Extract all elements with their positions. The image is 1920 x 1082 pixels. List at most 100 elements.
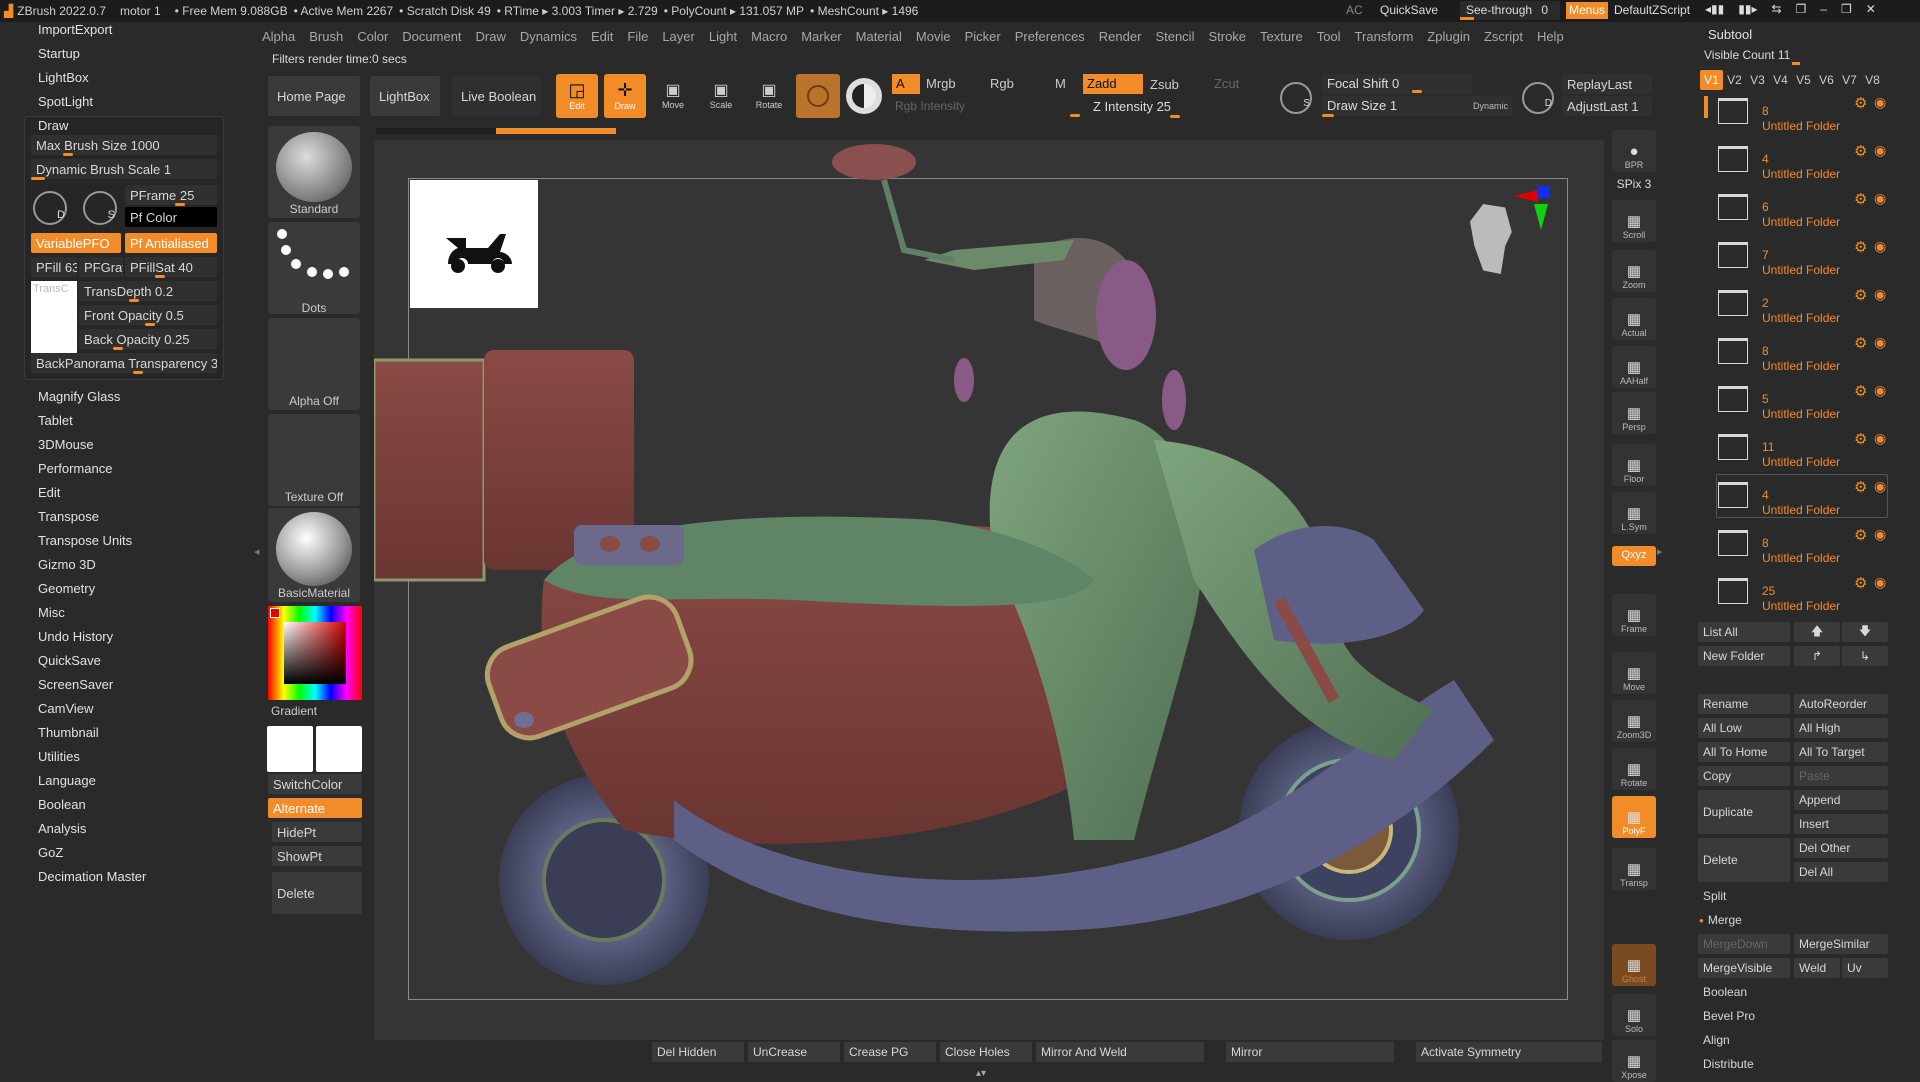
crease-pg-button[interactable]: Crease PG [844, 1042, 936, 1062]
subtool-folder-item[interactable]: 25 Untitled Folder ⚙ ◉ [1714, 574, 1892, 621]
z-intensity-slider[interactable]: Z Intensity 25 [1090, 97, 1250, 117]
left-menu-transpose[interactable]: Transpose [38, 509, 99, 524]
secondary-color-swatch[interactable] [316, 726, 362, 772]
gear-icon[interactable]: ⚙ [1854, 94, 1867, 112]
rotate-button[interactable]: ▣ Rotate [748, 74, 790, 118]
hide-pt-button[interactable]: HidePt [272, 822, 362, 842]
subtool-folder-item[interactable]: 5 Untitled Folder ⚙ ◉ [1714, 382, 1892, 429]
visible-count-slider[interactable]: Visible Count 11 [1700, 45, 1882, 65]
gradient-label[interactable]: Gradient [271, 704, 317, 718]
eye-icon[interactable]: ◉ [1874, 574, 1886, 591]
duplicate-button[interactable]: Duplicate [1698, 790, 1790, 834]
gear-icon[interactable]: ⚙ [1854, 190, 1867, 208]
out-folder-button[interactable]: ↳ [1842, 646, 1888, 666]
mrgb-toggle[interactable]: Mrgb [926, 76, 956, 91]
bevel-pro-button[interactable]: Bevel Pro [1698, 1006, 1888, 1026]
left-menu-screensaver[interactable]: ScreenSaver [38, 677, 113, 692]
menu-dynamics[interactable]: Dynamics [520, 29, 577, 44]
move-down-button[interactable]: 🡇 [1842, 622, 1888, 642]
merge-down-button[interactable]: MergeDown [1698, 934, 1790, 954]
alpha-button[interactable]: Alpha Off [268, 318, 360, 410]
new-folder-button[interactable]: New Folder [1698, 646, 1790, 666]
menu-lightbox[interactable]: LightBox [38, 70, 89, 85]
menu-brush[interactable]: Brush [309, 29, 343, 44]
lsym-button[interactable]: ▦ L.Sym [1612, 492, 1656, 534]
all-to-target-button[interactable]: All To Target [1794, 742, 1888, 762]
menu-material[interactable]: Material [856, 29, 902, 44]
left-menu-analysis[interactable]: Analysis [38, 821, 86, 836]
solo-button[interactable]: ▦ Solo [1612, 994, 1656, 1036]
subtool-list-scrollbar[interactable] [1704, 96, 1708, 118]
palette-icon[interactable]: ◂▮▮ [1705, 2, 1724, 16]
scroll-button[interactable]: ▦ Scroll [1612, 200, 1656, 242]
eye-icon[interactable]: ◉ [1874, 526, 1886, 543]
list-all-button[interactable]: List All [1698, 622, 1790, 642]
lightbox-button[interactable]: LightBox [370, 76, 440, 116]
subtool-folder-item[interactable]: 4 Untitled Folder ⚙ ◉ [1714, 142, 1892, 189]
aahalf-button[interactable]: ▦ AAHalf [1612, 346, 1656, 388]
pfill-slider[interactable]: PFill 63 [31, 257, 77, 277]
eye-icon[interactable]: ◉ [1874, 382, 1886, 399]
subtool-folder-item[interactable]: 8 Untitled Folder ⚙ ◉ [1714, 94, 1892, 141]
gear-icon[interactable]: ⚙ [1854, 334, 1867, 352]
scooter-model[interactable] [374, 140, 1604, 1040]
move-button[interactable]: ▣ Move [652, 74, 694, 118]
version-tab-v5[interactable]: V5 [1792, 70, 1815, 90]
autoreorder-button[interactable]: AutoReorder [1794, 694, 1888, 714]
move-up-button[interactable]: 🡅 [1794, 622, 1840, 642]
eye-icon[interactable]: ◉ [1874, 286, 1886, 303]
transdepth-slider[interactable]: TransDepth 0.2 [79, 281, 217, 301]
version-tab-v2[interactable]: V2 [1723, 70, 1746, 90]
subtool-folder-item[interactable]: 7 Untitled Folder ⚙ ◉ [1714, 238, 1892, 285]
version-tab-v6[interactable]: V6 [1815, 70, 1838, 90]
split-button[interactable]: Split [1698, 886, 1888, 906]
pf-antialiased-toggle[interactable]: Pf Antialiased [125, 233, 217, 253]
show-pt-button[interactable]: ShowPt [272, 846, 362, 866]
menu-zscript[interactable]: Zscript [1484, 29, 1523, 44]
distribute-button[interactable]: Distribute [1698, 1054, 1888, 1074]
menu-render[interactable]: Render [1099, 29, 1142, 44]
default-zscript[interactable]: DefaultZScript [1614, 3, 1690, 17]
delete-subtool-button[interactable]: Delete [1698, 838, 1790, 882]
menu-stroke[interactable]: Stroke [1208, 29, 1246, 44]
version-tab-v8[interactable]: V8 [1861, 70, 1884, 90]
menu-color[interactable]: Color [357, 29, 388, 44]
close-icon[interactable]: ✕ [1866, 2, 1876, 16]
edit-button[interactable]: ◲ Edit [556, 74, 598, 118]
live-boolean-button[interactable]: Live Boolean [452, 76, 542, 116]
home-page-button[interactable]: Home Page [268, 76, 360, 116]
focal-shift-slider[interactable]: Focal Shift 0 [1322, 74, 1472, 94]
gear-icon[interactable]: ⚙ [1854, 238, 1867, 256]
align-button[interactable]: Align [1698, 1030, 1888, 1050]
material-sphere-button[interactable] [796, 74, 840, 118]
s-dial-icon[interactable]: S [83, 191, 117, 225]
left-menu-undo-history[interactable]: Undo History [38, 629, 113, 644]
max-brush-size-slider[interactable]: Max Brush Size 1000 [31, 135, 217, 155]
menu-preferences[interactable]: Preferences [1015, 29, 1085, 44]
pf-color-swatch[interactable]: Pf Color [125, 207, 217, 227]
uncrease-button[interactable]: UnCrease [748, 1042, 840, 1062]
rgb-intensity-slider[interactable]: Rgb Intensity [892, 96, 1078, 116]
dynamic-toggle[interactable]: Dynamic [1473, 96, 1508, 116]
left-menu-transpose-units[interactable]: Transpose Units [38, 533, 132, 548]
version-tab-v4[interactable]: V4 [1769, 70, 1792, 90]
a-toggle[interactable]: A [892, 74, 920, 94]
paste-button[interactable]: Paste [1794, 766, 1888, 786]
subtool-folder-item[interactable]: 8 Untitled Folder ⚙ ◉ [1714, 334, 1892, 381]
menu-light[interactable]: Light [709, 29, 737, 44]
scale-button[interactable]: ▣ Scale [700, 74, 742, 118]
del-hidden-button[interactable]: Del Hidden [652, 1042, 744, 1062]
bpr-button[interactable]: ● BPR [1612, 130, 1656, 172]
menu-importexport[interactable]: ImportExport [38, 22, 112, 37]
menu-transform[interactable]: Transform [1355, 29, 1414, 44]
left-menu-3dmouse[interactable]: 3DMouse [38, 437, 94, 452]
left-menu-magnify-glass[interactable]: Magnify Glass [38, 389, 120, 404]
menu-stencil[interactable]: Stencil [1155, 29, 1194, 44]
menu-tool[interactable]: Tool [1317, 29, 1341, 44]
left-menu-utilities[interactable]: Utilities [38, 749, 80, 764]
zsub-toggle[interactable]: Zsub [1150, 77, 1179, 92]
into-folder-button[interactable]: ↱ [1794, 646, 1840, 666]
subtool-folder-item[interactable]: 11 Untitled Folder ⚙ ◉ [1714, 430, 1892, 477]
draw-panel-title[interactable]: Draw [38, 118, 68, 133]
m-toggle[interactable]: M [1055, 76, 1066, 91]
